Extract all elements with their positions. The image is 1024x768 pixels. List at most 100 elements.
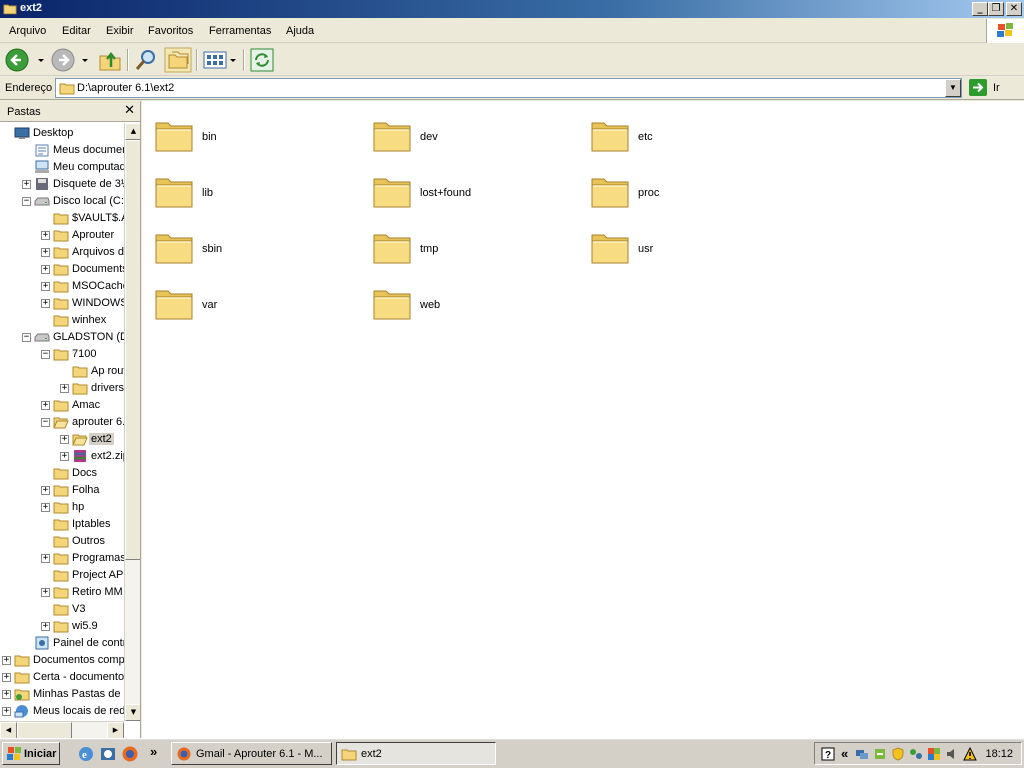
folder-tree-horizontal-scrollbar[interactable]: ◀ ▶ [0,721,124,738]
folder-item[interactable]: usr [578,220,778,268]
folder-item[interactable]: lib [142,164,342,212]
expand-toggle[interactable]: + [2,656,11,665]
folder-item[interactable]: var [142,276,342,324]
close-button[interactable]: ✕ [1006,2,1022,16]
forward-button[interactable] [50,47,92,73]
tree-item[interactable]: − 7100 [0,346,124,363]
tree-item[interactable]: Docs [0,465,124,482]
outlook-express-icon[interactable] [99,745,117,763]
expand-toggle[interactable]: − [22,197,31,206]
folder-tree-vertical-scrollbar[interactable]: ▲ ▼ [124,123,140,721]
folder-item[interactable]: tmp [360,220,560,268]
scroll-down-button[interactable]: ▼ [125,704,140,721]
scroll-thumb[interactable] [125,140,140,560]
tree-item[interactable]: + hp [0,499,124,516]
avg-antivirus-icon[interactable] [927,747,941,761]
expand-toggle[interactable]: − [22,333,31,342]
scroll-up-button[interactable]: ▲ [125,123,140,140]
menu-ajuda[interactable]: Ajuda [286,25,314,37]
tree-item[interactable]: winhex [0,312,124,329]
tree-item[interactable]: + MSOCache [0,278,124,295]
start-button[interactable]: Iniciar [2,742,60,765]
tree-item[interactable]: Painel de controle [0,635,124,652]
views-button[interactable] [201,47,239,73]
volume-icon[interactable] [945,747,959,761]
minimize-button[interactable]: _ [972,2,988,16]
menu-ferramentas[interactable]: Ferramentas [209,25,271,37]
tree-item[interactable]: + Documents and Settings [0,261,124,278]
expand-toggle[interactable]: + [41,554,50,563]
tree-item[interactable]: + Folha [0,482,124,499]
address-dropdown-button[interactable]: ▼ [945,79,961,97]
tree-item[interactable]: + Disquete de 3½ (A:) [0,176,124,193]
tree-item[interactable]: V3 [0,601,124,618]
expand-toggle[interactable]: + [41,503,50,512]
tree-item[interactable]: Project AP [0,567,124,584]
tree-item[interactable]: Outros [0,533,124,550]
tree-item[interactable]: $VAULT$.AVG [0,210,124,227]
folder-item[interactable]: etc [578,108,778,156]
tree-item[interactable]: Meus documentos [0,142,124,159]
tree-item[interactable]: Iptables [0,516,124,533]
task-button-ext2[interactable]: ext2 [336,742,496,765]
tree-item[interactable]: + drivers [0,380,124,397]
network-status-icon[interactable] [873,747,887,761]
folder-item[interactable]: lost+found [360,164,560,212]
tree-item[interactable]: − Disco local (C:) [0,193,124,210]
scroll-thumb[interactable] [17,722,72,738]
tree-item[interactable]: + Amac [0,397,124,414]
expand-toggle[interactable]: + [41,248,50,257]
bluetooth-devices-icon[interactable] [909,747,923,761]
title-bar[interactable]: ext2 _ ❐ ✕ [0,0,1024,18]
up-folder-button[interactable] [97,47,123,73]
tree-item[interactable]: + WINDOWS [0,295,124,312]
tree-item[interactable]: Meu computador [0,159,124,176]
tree-item[interactable]: + ext2 [0,431,124,448]
folder-item[interactable]: sbin [142,220,342,268]
expand-toggle[interactable]: + [41,622,50,631]
tree-item[interactable]: + Retiro MM 2007 [0,584,124,601]
tree-item[interactable]: + Minhas Pastas de [0,686,124,703]
expand-toggle[interactable]: + [2,707,11,716]
expand-toggle[interactable]: + [41,231,50,240]
tree-item[interactable]: Ap router [0,363,124,380]
go-button[interactable]: Ir [967,78,1021,98]
maximize-button[interactable]: ❐ [988,2,1004,16]
folder-item[interactable]: dev [360,108,560,156]
firefox-icon[interactable] [121,745,139,763]
tree-item[interactable]: + ext2.zip [0,448,124,465]
address-input[interactable]: D:\aprouter 6.1\ext2 ▼ [55,78,962,98]
expand-toggle[interactable]: + [60,452,69,461]
tree-item[interactable]: + Programas [0,550,124,567]
expand-toggle[interactable]: + [2,673,11,682]
internet-explorer-icon[interactable]: e [77,745,95,763]
tree-item[interactable]: − aprouter 6.1 [0,414,124,431]
expand-toggle[interactable]: + [41,588,50,597]
back-button[interactable] [4,47,46,73]
tray-collapse-button[interactable]: « [841,746,848,761]
expand-toggle[interactable]: + [2,690,11,699]
folder-item[interactable]: proc [578,164,778,212]
expand-toggle[interactable]: + [22,180,31,189]
menu-editar[interactable]: Editar [62,25,91,37]
help-icon[interactable]: ? [821,747,835,761]
tree-item[interactable]: Desktop [0,125,124,142]
expand-toggle[interactable]: + [41,282,50,291]
folder-item[interactable]: bin [142,108,342,156]
menu-favoritos[interactable]: Favoritos [148,25,193,37]
security-center-icon[interactable] [891,747,905,761]
menu-arquivo[interactable]: Arquivo [9,25,46,37]
tree-item[interactable]: + Certa - documentos [0,669,124,686]
folders-button[interactable] [164,47,192,73]
tree-item[interactable]: + Meus locais de rede [0,703,124,720]
close-pane-button[interactable]: ✕ [124,103,135,118]
task-button-gmail[interactable]: Gmail - Aprouter 6.1 - M... [171,742,332,765]
menu-exibir[interactable]: Exibir [106,25,134,37]
expand-toggle[interactable]: + [41,401,50,410]
expand-toggle[interactable]: + [41,299,50,308]
scroll-right-button[interactable]: ▶ [107,722,124,738]
expand-toggle[interactable]: + [60,435,69,444]
folder-item[interactable]: web [360,276,560,324]
sync-button[interactable] [249,47,275,73]
network-icon[interactable] [855,747,869,761]
